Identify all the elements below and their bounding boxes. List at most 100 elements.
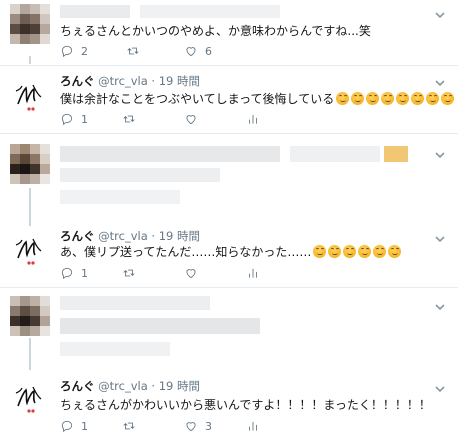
tweet-header: ろんぐ @trc_vla · 19 時間 — [60, 378, 200, 394]
reply-button[interactable]: 2 — [60, 44, 88, 58]
hidden-emoji — [384, 146, 408, 162]
reply-count: 1 — [81, 112, 88, 126]
hidden-content — [60, 168, 220, 182]
tweet-time[interactable]: 19 時間 — [159, 229, 200, 243]
like-count: 3 — [205, 419, 212, 433]
tweet-actions: 1 3 — [60, 419, 380, 435]
hidden-author-name — [60, 5, 130, 18]
hidden-content — [60, 146, 280, 162]
tweet-text: ちぇるさんがかわいいから悪いんですよ！！！！まったく！！！！！ — [60, 398, 431, 412]
tweet-header: ろんぐ @trc_vla · 19 時間 — [60, 228, 200, 244]
chevron-down-icon — [435, 12, 445, 19]
upside-down-face-emoji — [343, 245, 357, 258]
analytics-button[interactable] — [246, 266, 260, 280]
tweet-reply-3[interactable] — [0, 134, 458, 226]
avatar[interactable] — [10, 230, 50, 270]
more-options-button[interactable] — [434, 230, 446, 243]
reply-button[interactable]: 1 — [60, 112, 88, 126]
more-options-button[interactable] — [434, 74, 446, 87]
tweet-actions: 1 — [60, 266, 380, 282]
upside-down-face-emoji — [426, 92, 440, 105]
heart-icon — [186, 269, 196, 279]
retweet-button[interactable] — [126, 44, 140, 58]
reply-icon — [61, 45, 73, 58]
avatar-pixelated[interactable] — [10, 144, 50, 184]
upside-down-face-emoji — [351, 92, 365, 105]
like-button[interactable]: 3 — [184, 419, 212, 433]
reply-count: 1 — [81, 266, 88, 280]
upside-down-face-emoji — [396, 92, 410, 105]
tweet-text: ちぇるさんとかいつのやめよ、か意味わからんですね...笑 — [60, 24, 371, 38]
retweet-button[interactable] — [122, 266, 136, 280]
avatar[interactable] — [10, 76, 50, 116]
separator-dot: · — [151, 74, 156, 88]
handwritten-logo-avatar — [15, 84, 42, 111]
analytics-icon — [249, 114, 257, 124]
like-button[interactable] — [184, 112, 198, 126]
like-button[interactable]: 6 — [184, 44, 212, 58]
more-options-button[interactable] — [434, 298, 446, 311]
thread-line — [29, 188, 31, 226]
tweet-time[interactable]: 19 時間 — [159, 379, 200, 393]
reply-count: 2 — [81, 44, 88, 58]
analytics-button[interactable] — [246, 419, 260, 433]
tweet-reply-1[interactable]: ちぇるさんとかいつのやめよ、か意味わからんですね...笑 2 6 — [0, 0, 458, 64]
tweet-reply-4[interactable]: ろんぐ @trc_vla · 19 時間 あ、僕リプ送ってたんだ……知らなかった… — [0, 226, 458, 290]
retweet-button[interactable] — [122, 112, 136, 126]
separator-dot: · — [151, 229, 156, 243]
chevron-down-icon — [435, 386, 445, 393]
like-count: 6 — [205, 44, 212, 58]
upside-down-face-emoji — [388, 245, 402, 258]
analytics-button[interactable] — [246, 112, 260, 126]
analytics-icon — [249, 421, 257, 431]
tweet-text: あ、僕リプ送ってたんだ……知らなかった…… — [60, 243, 402, 260]
heart-icon — [186, 422, 196, 432]
avatar-pixelated[interactable] — [10, 4, 50, 44]
user-handle[interactable]: @trc_vla — [98, 379, 148, 393]
like-button[interactable] — [184, 266, 198, 280]
reply-button[interactable]: 1 — [60, 419, 88, 433]
tweet-reply-6[interactable]: ろんぐ @trc_vla · 19 時間 ちぇるさんがかわいいから悪いんですよ！… — [0, 370, 458, 442]
tweet-reply-2[interactable]: ろんぐ @trc_vla · 19 時間 僕は余計なことをつぶやいてしまって後悔… — [0, 56, 458, 132]
hidden-content — [60, 342, 170, 356]
avatar[interactable] — [10, 378, 50, 418]
upside-down-face-emoji — [313, 245, 327, 258]
chevron-down-icon — [435, 304, 445, 311]
retweet-button[interactable] — [122, 419, 136, 433]
thread-line — [29, 338, 31, 370]
chevron-down-icon — [435, 152, 445, 159]
retweet-icon — [123, 422, 135, 430]
reply-count: 1 — [81, 419, 88, 433]
upside-down-face-emoji — [366, 92, 380, 105]
emoji-row — [313, 245, 402, 258]
reply-icon — [61, 267, 73, 280]
more-options-button[interactable] — [434, 380, 446, 393]
user-handle[interactable]: @trc_vla — [98, 74, 148, 88]
upside-down-face-emoji — [328, 245, 342, 258]
tweet-reply-5[interactable] — [0, 288, 458, 370]
display-name[interactable]: ろんぐ — [60, 379, 95, 393]
tweet-text-content: 僕は余計なことをつぶやいてしまって後悔している — [60, 92, 335, 106]
reply-icon — [61, 420, 73, 433]
heart-icon — [186, 47, 196, 57]
hidden-content — [290, 146, 380, 162]
upside-down-face-emoji — [336, 92, 350, 105]
hidden-author-handle — [140, 5, 280, 18]
upside-down-face-emoji — [381, 92, 395, 105]
upside-down-face-emoji — [411, 92, 425, 105]
user-handle[interactable]: @trc_vla — [98, 229, 148, 243]
tweet-header: ろんぐ @trc_vla · 19 時間 — [60, 73, 200, 89]
more-options-button[interactable] — [434, 6, 446, 19]
tweet-actions: 2 6 — [60, 44, 380, 60]
more-options-button[interactable] — [434, 146, 446, 159]
display-name[interactable]: ろんぐ — [60, 74, 95, 88]
reply-icon — [61, 113, 73, 126]
upside-down-face-emoji — [358, 245, 372, 258]
hidden-content — [60, 318, 260, 334]
avatar-pixelated[interactable] — [10, 296, 50, 336]
display-name[interactable]: ろんぐ — [60, 229, 95, 243]
tweet-time[interactable]: 19 時間 — [159, 74, 200, 88]
chevron-down-icon — [435, 80, 445, 87]
reply-button[interactable]: 1 — [60, 266, 88, 280]
tweet-text-content: あ、僕リプ送ってたんだ……知らなかった…… — [60, 245, 312, 259]
